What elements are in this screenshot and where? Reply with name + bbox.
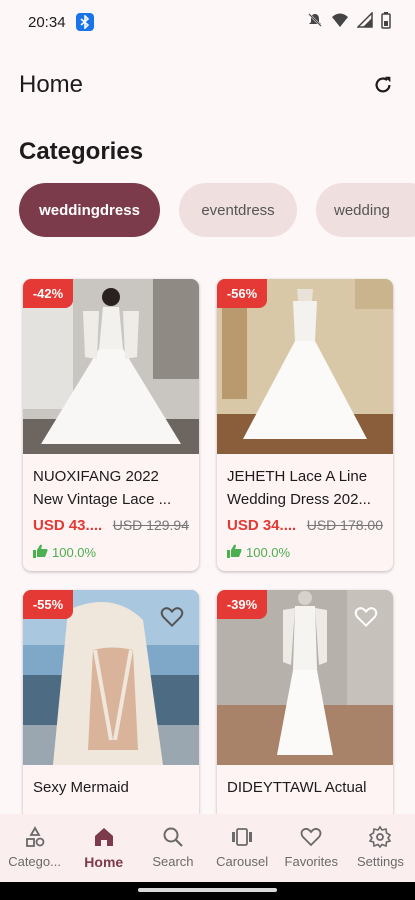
product-old-price: USD 129.94 [112, 517, 189, 533]
nav-item-settings[interactable]: Settings [346, 824, 415, 869]
nav-item-search[interactable]: Search [138, 824, 207, 869]
price-row: USD 34.... USD 178.00 [227, 517, 383, 534]
discount-badge: -39% [217, 590, 267, 619]
nav-item-home[interactable]: Home [69, 824, 138, 870]
chip-wedding[interactable]: wedding [316, 183, 415, 237]
product-image: -55% [23, 590, 199, 765]
mute-icon [307, 12, 323, 32]
favorite-heart-icon[interactable] [353, 604, 379, 630]
refresh-icon[interactable] [369, 71, 397, 99]
categories-title: Categories [19, 138, 144, 165]
nav-item-favorites[interactable]: Favorites [277, 824, 346, 869]
product-name: Sexy Mermaid [33, 779, 129, 796]
rating-value: 100.0% [52, 545, 97, 560]
chip-weddingdress[interactable]: weddingdress [19, 183, 160, 237]
discount-badge: -55% [23, 590, 73, 619]
thumbs-up-icon [33, 544, 48, 561]
bottom-navigation: Catego... Home Search Carousel Favorites… [0, 814, 415, 882]
discount-badge: -42% [23, 279, 73, 308]
product-name: NUOXIFANG 2022 New Vintage Lace ... [33, 468, 172, 508]
nav-label: Settings [356, 854, 404, 869]
bluetooth-icon [75, 13, 94, 31]
battery-icon [381, 11, 391, 33]
product-name: DIDEYTTAWL Actual [227, 779, 367, 796]
product-card[interactable]: -42% NUOXIFANG 2022 New Vintage Lace ...… [23, 279, 199, 571]
product-name: JEHETH Lace A Line Wedding Dress 202... [227, 468, 371, 508]
product-price: USD 34.... [227, 517, 297, 534]
rating-value: 100.0% [246, 545, 291, 560]
page-title: Home [19, 71, 84, 98]
nav-item-carousel[interactable]: Carousel [208, 824, 277, 869]
thumbs-up-icon [227, 544, 242, 561]
gesture-handle[interactable] [138, 888, 277, 892]
carousel-icon [229, 824, 255, 850]
product-image: -39% [217, 590, 393, 765]
product-price: USD 43.... [33, 517, 103, 534]
product-old-price: USD 178.00 [306, 517, 383, 533]
product-image: -56% [217, 279, 393, 454]
nav-label: Favorites [284, 854, 338, 869]
product-image: -42% [23, 279, 199, 454]
nav-label: Search [152, 854, 194, 869]
nav-label: Carousel [216, 854, 269, 869]
heart-icon [298, 824, 324, 850]
home-icon [91, 824, 117, 850]
categories-icon [22, 824, 48, 850]
chip-eventdress[interactable]: eventdress [179, 183, 297, 237]
nav-label: Home [84, 854, 124, 870]
status-time: 20:34 [28, 13, 66, 31]
signal-icon [356, 11, 373, 32]
wifi-icon [331, 12, 349, 32]
rating-row: 100.0% [227, 544, 383, 561]
product-card[interactable]: -39% DIDEYTTAWL Actual [217, 590, 393, 814]
nav-label: Catego... [8, 854, 61, 869]
nav-item-categories[interactable]: Catego... [0, 824, 69, 869]
discount-badge: -56% [217, 279, 267, 308]
search-icon [160, 824, 186, 850]
category-chips[interactable]: weddingdress eventdress wedding [19, 183, 415, 237]
gear-icon [367, 824, 393, 850]
product-card[interactable]: -55% Sexy Mermaid [23, 590, 199, 814]
favorite-heart-icon[interactable] [159, 604, 185, 630]
content-area[interactable]: Categories weddingdress eventdress wedding… [0, 114, 415, 814]
price-row: USD 43.... USD 129.94 [33, 517, 189, 534]
product-card[interactable]: -56% JEHETH Lace A Line Wedding Dress 20… [217, 279, 393, 571]
rating-row: 100.0% [33, 544, 189, 561]
status-bar: 20:34 [0, 0, 415, 44]
app-bar: Home [0, 56, 415, 114]
